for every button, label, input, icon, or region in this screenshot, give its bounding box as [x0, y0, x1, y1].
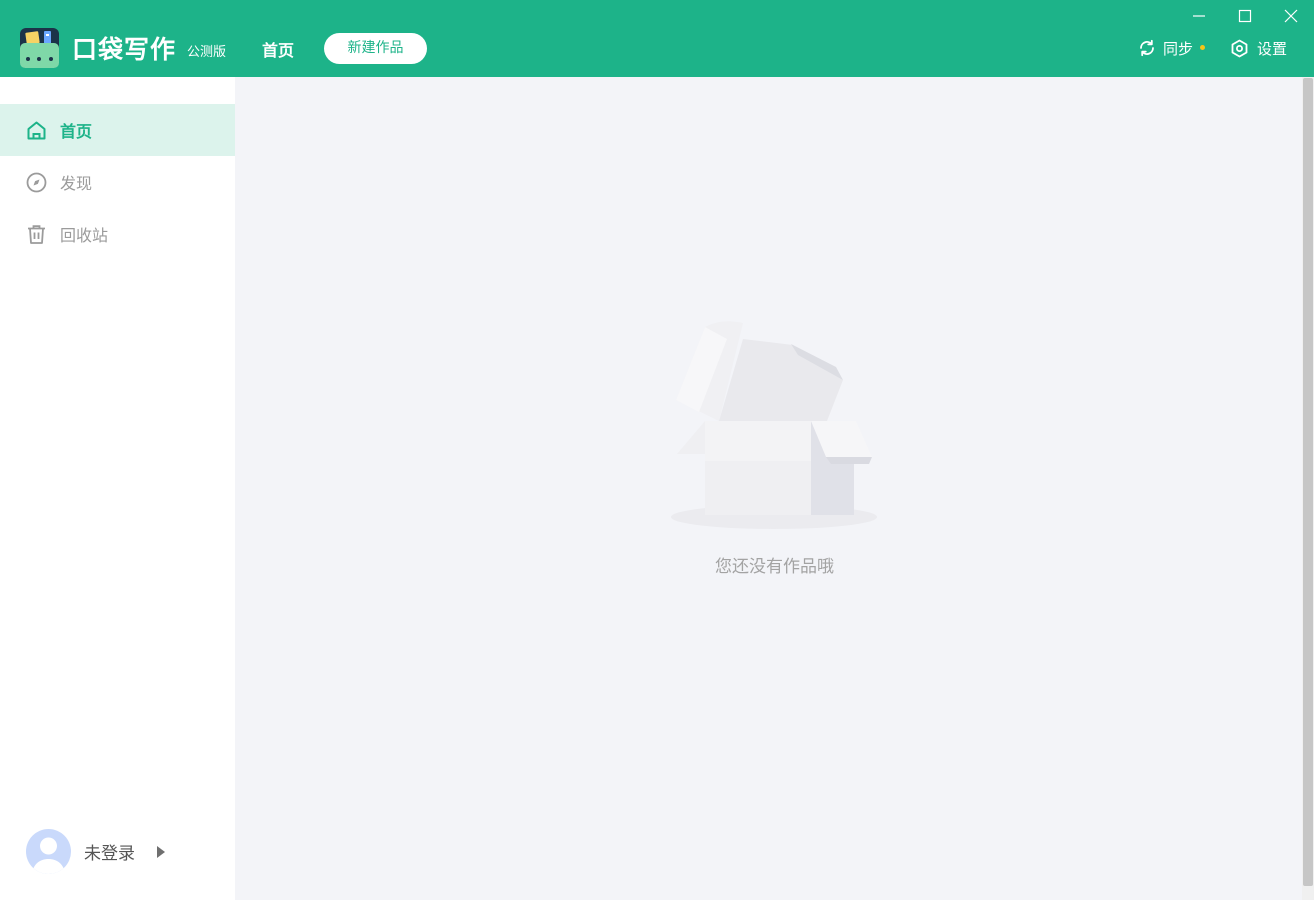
sidebar-item-label: 回收站	[60, 226, 109, 245]
nav-home-link[interactable]: 首页	[262, 37, 294, 61]
settings-button[interactable]: 设置	[1230, 38, 1287, 58]
user-name: 未登录	[84, 844, 135, 864]
app-edition-label: 公测版	[187, 45, 227, 60]
title-bar: 口袋写作 公测版 首页 新建作品 同步 设置	[0, 0, 1314, 77]
minimize-icon[interactable]	[1187, 4, 1211, 28]
app-name: 口袋写作	[72, 35, 177, 64]
empty-box-icon	[671, 321, 877, 529]
settings-label: 设置	[1257, 39, 1288, 58]
sync-button[interactable]: 同步	[1138, 38, 1206, 58]
avatar-icon	[26, 829, 71, 874]
user-login-entry[interactable]: 未登录	[26, 829, 165, 874]
sidebar: 首页 发现 回收站 未登录	[0, 77, 235, 900]
sidebar-item-trash[interactable]: 回收站	[0, 208, 235, 260]
main-content: 您还没有作品哦	[235, 77, 1302, 900]
sidebar-item-label: 发现	[60, 174, 93, 193]
close-icon[interactable]	[1279, 4, 1303, 28]
sync-icon	[1140, 39, 1154, 57]
new-work-button[interactable]: 新建作品	[324, 33, 427, 64]
compass-icon	[26, 172, 47, 192]
sidebar-item-discover[interactable]: 发现	[0, 156, 235, 208]
maximize-icon[interactable]	[1233, 4, 1257, 28]
sync-status-dot	[1200, 44, 1206, 50]
sidebar-item-label: 首页	[60, 122, 93, 141]
caret-right-icon	[157, 845, 165, 858]
app-logo-icon	[20, 28, 59, 68]
gear-icon	[1231, 39, 1248, 57]
empty-state-message: 您还没有作品哦	[715, 557, 834, 577]
home-icon	[27, 121, 46, 139]
scrollbar-thumb[interactable]	[1303, 78, 1313, 886]
sync-label: 同步	[1163, 39, 1194, 58]
sidebar-item-home[interactable]: 首页	[0, 104, 235, 156]
trash-icon	[28, 224, 45, 244]
